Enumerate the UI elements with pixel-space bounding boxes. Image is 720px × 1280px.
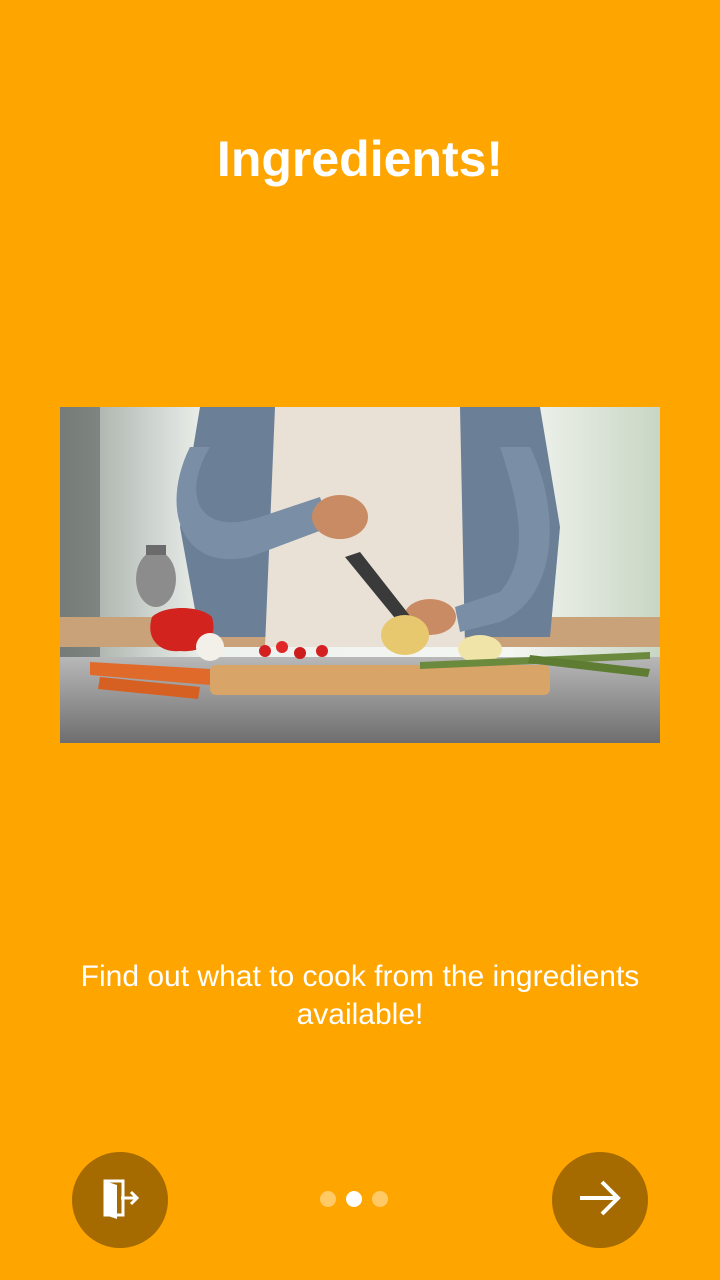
page-title: Ingredients! (216, 131, 504, 187)
page-dot-active (346, 1191, 362, 1207)
exit-door-icon (95, 1173, 145, 1228)
page-dot (372, 1191, 388, 1207)
page-indicator (320, 1190, 400, 1208)
onboarding-description: Find out what to cook from the ingredien… (80, 960, 640, 1031)
arrow-right-icon (574, 1172, 626, 1229)
hero-image (60, 407, 660, 743)
page-dot (320, 1191, 336, 1207)
next-button[interactable] (552, 1152, 648, 1248)
skip-button[interactable] (72, 1152, 168, 1248)
